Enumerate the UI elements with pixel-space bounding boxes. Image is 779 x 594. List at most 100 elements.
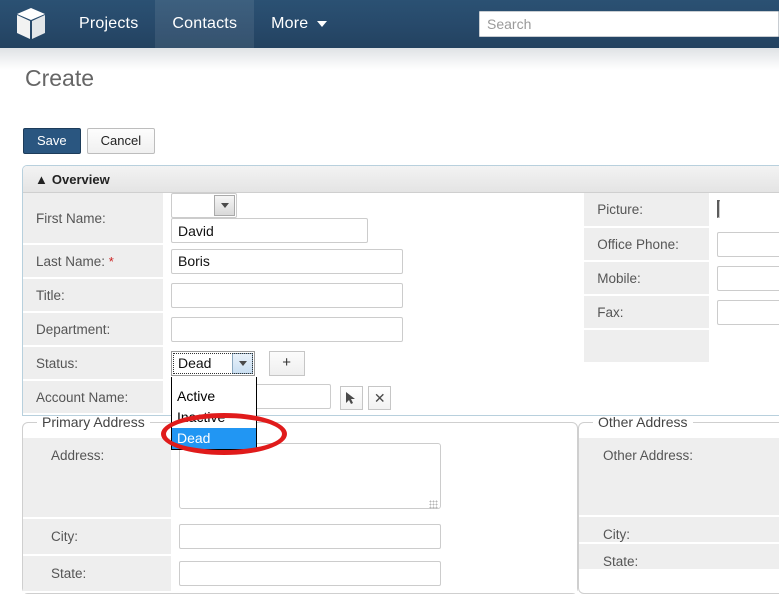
overview-panel-header[interactable]: ▲ Overview [23,166,779,193]
close-x-icon[interactable]: ✕ [368,386,392,411]
add-status-button[interactable]: + [268,350,305,376]
primary-city-value-cell [171,518,577,556]
salutation-select[interactable] [171,193,237,218]
field-row-picture: Picture: [584,193,779,228]
top-navigation-bar: Projects Contacts More [0,0,779,48]
primary-state-input[interactable] [179,561,441,586]
department-value-cell [163,312,435,347]
cancel-button[interactable]: Cancel [86,128,156,154]
last-name-label-text: Last Name: [36,253,106,269]
overview-form: First Name: Last Name: * [23,193,779,450]
status-option-dead[interactable]: Dead [172,428,256,449]
status-select[interactable]: Dead [171,350,255,376]
mobile-input[interactable] [717,265,779,291]
nav-item-more-label: More [271,15,309,32]
last-name-value-cell [163,244,435,279]
primary-state-value-cell [171,555,577,593]
other-address-legend: Other Address [598,414,688,430]
primary-address-textarea[interactable] [179,443,441,509]
mobile-label: Mobile: [584,261,710,296]
first-name-label: First Name: [23,193,163,245]
last-name-label: Last Name: * [23,244,163,279]
picture-file-input[interactable] [717,200,721,218]
first-name-value-cell [163,193,435,245]
account-name-label: Account Name: [23,380,163,415]
other-city-label: City: [579,516,779,544]
overview-left-column: First Name: Last Name: * [23,193,435,450]
search-input[interactable] [479,11,779,37]
status-dropdown-list[interactable]: Active Inactive Dead [171,377,257,450]
primary-city-label: City: [23,518,171,556]
picture-value-cell [709,193,779,228]
department-label: Department: [23,312,163,347]
page-body: Create Save Cancel ▲ Overview First Name… [0,48,779,594]
primary-address-legend: Primary Address [42,414,145,430]
field-row-last-name: Last Name: * [23,244,435,279]
cursor-arrow-icon[interactable] [339,386,363,411]
required-marker: * [108,253,114,269]
primary-city-input[interactable] [179,524,441,549]
other-state-row: State: [579,543,779,571]
status-option-inactive[interactable]: Inactive [172,407,256,428]
fax-input[interactable] [717,299,779,325]
field-row-department: Department: [23,312,435,347]
overview-panel: ▲ Overview First Name: David Last Name: … [22,165,779,450]
picture-label: Picture: [584,193,710,228]
title-label: Title: [23,278,163,313]
chevron-down-icon [232,352,253,374]
fax-value-cell [709,295,779,330]
field-row-first-name: First Name: [23,193,435,245]
save-button[interactable]: Save [23,128,81,154]
status-option-active[interactable]: Active [172,386,256,407]
office-phone-value-cell [709,227,779,262]
status-select-value: Dead [178,355,212,371]
field-row-title: Title: [23,278,435,313]
field-row-status: Status: Dead + Active Inactive Dead [23,346,435,450]
field-row-mobile: Mobile: [584,261,779,296]
right-column-filler-label [584,329,710,364]
page-title: Create [25,65,95,91]
chevron-down-icon [317,21,328,27]
first-name-input[interactable] [171,218,368,243]
nav-item-contacts[interactable]: Contacts [155,0,255,48]
primary-address-fieldset: Primary Address Address: City: State: [22,414,578,594]
app-logo[interactable] [0,0,62,48]
nav-item-projects[interactable]: Projects [62,0,155,48]
last-name-input[interactable] [171,248,403,274]
form-action-bar: Save Cancel [23,128,156,154]
chevron-up-icon[interactable]: ▲ [35,173,48,186]
overview-panel-title: Overview [51,171,110,187]
office-phone-input[interactable] [717,231,779,257]
right-column-filler-value [709,329,779,364]
title-input[interactable] [171,282,403,308]
other-address-row: Other Address: [579,438,779,517]
department-input[interactable] [171,316,403,342]
cursor-arrow-glyph [346,391,356,404]
overview-right-column: Picture: Office Phone: Mobile: Fax: [584,193,779,364]
nav-item-contacts-label: Contacts [172,15,238,32]
other-address-table: Other Address: City: State: [579,438,779,571]
address-section: Primary Address Address: City: State: Ot… [22,414,779,594]
primary-address-label: Address: [23,438,171,519]
chevron-down-icon [214,195,235,216]
fax-label: Fax: [584,295,710,330]
primary-address-textarea-wrap [179,443,441,512]
other-city-row: City: [579,516,779,544]
primary-address-row: Address: [23,438,577,519]
primary-address-table: Address: City: State: [23,438,577,593]
mobile-value-cell [709,261,779,296]
primary-state-label: State: [23,555,171,593]
office-phone-label: Office Phone: [584,227,710,262]
other-address-label: Other Address: [579,438,779,517]
field-row-office-phone: Office Phone: [584,227,779,262]
field-row-filler [584,329,779,364]
primary-state-row: State: [23,555,577,593]
cube-logo-icon [17,8,45,39]
primary-address-value-cell [171,438,577,519]
other-address-fieldset: Other Address Other Address: City: State… [578,414,779,594]
primary-city-row: City: [23,518,577,556]
field-row-fax: Fax: [584,295,779,330]
nav-item-more[interactable]: More [254,0,344,48]
nav-item-projects-label: Projects [79,15,139,32]
